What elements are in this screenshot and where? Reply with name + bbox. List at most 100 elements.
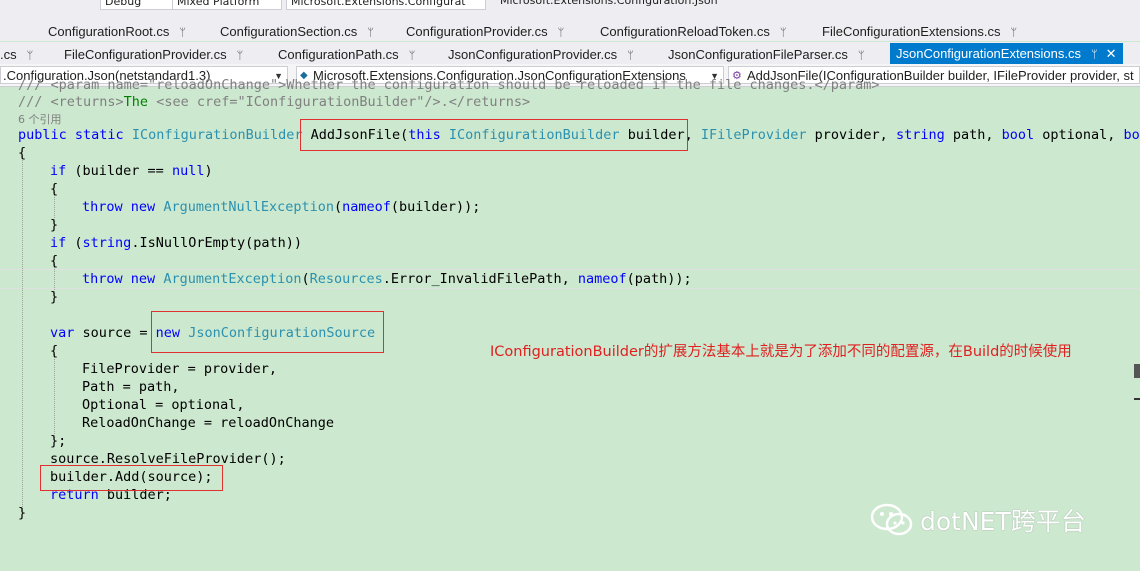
code-line: throw new ArgumentNullException(nameof(b…: [82, 198, 480, 216]
tab-label: FileConfigurationProvider.cs: [64, 47, 227, 62]
code-text: (: [334, 199, 343, 215]
keyword: new: [130, 271, 156, 287]
code-line: }: [50, 216, 58, 234]
tab-row-1: ConfigurationRoot.cs ᛘ ConfigurationSecti…: [0, 19, 1140, 41]
code-text: (builder));: [390, 199, 481, 215]
brace: {: [18, 145, 27, 161]
pin-icon[interactable]: ᛘ: [627, 50, 634, 62]
project-dropdown[interactable]: Microsoft.Extensions.Configurat: [286, 0, 486, 10]
code-line: if (string.IsNullOrEmpty(path)): [50, 234, 302, 252]
brace: {: [50, 253, 59, 269]
type-name: IConfigurationBuilder: [131, 127, 303, 143]
platform-dropdown[interactable]: Mixed Platform: [172, 0, 282, 10]
type-name: ArgumentNullException: [163, 199, 334, 215]
start-button[interactable]: Microsoft.Extensions.Configuration.Json: [496, 0, 754, 8]
tab-label: FileConfigurationExtensions.cs: [822, 24, 1001, 39]
tab-label: .cs: [0, 47, 17, 62]
code-text: (: [301, 271, 310, 287]
param: path,: [944, 127, 1002, 143]
tab-label: ConfigurationSection.cs: [220, 24, 358, 39]
tab-label: JsonConfigurationProvider.cs: [448, 47, 618, 62]
keyword: var: [50, 325, 75, 341]
pin-icon[interactable]: ᛘ: [858, 50, 865, 62]
pin-icon[interactable]: ᛘ: [409, 50, 416, 62]
code-line: throw new ArgumentException(Resources.Er…: [82, 270, 692, 288]
param: provider,: [806, 127, 896, 143]
tab-label: ConfigurationPath.cs: [278, 47, 399, 62]
config-dropdown[interactable]: Debug: [100, 0, 174, 10]
tab-label: ConfigurationRoot.cs: [48, 24, 170, 39]
comment-tag: <see cref=: [156, 94, 238, 110]
type-name: ArgumentException: [163, 271, 302, 287]
keyword: null: [171, 163, 205, 179]
keyword: new: [130, 199, 156, 215]
tab-jsonconfigurationextensions[interactable]: JsonConfigurationExtensions.cs ᛘ ✕: [890, 43, 1123, 64]
code-text: FileProvider = provider,: [82, 361, 278, 377]
pin-icon[interactable]: ᛘ: [1091, 49, 1098, 61]
pin-icon[interactable]: ᛘ: [780, 27, 787, 39]
code-text: .IsNullOrEmpty(path)): [131, 235, 302, 251]
tab-fileconfigurationextensions[interactable]: FileConfigurationExtensions.cs ᛘ: [822, 22, 1017, 41]
code-text: source =: [74, 325, 156, 341]
code-text: Optional = optional,: [82, 397, 245, 413]
code-text: ): [204, 163, 213, 179]
pin-icon[interactable]: ᛘ: [179, 27, 186, 39]
code-line: };: [50, 432, 66, 450]
tab-jsonconfigurationfileparser[interactable]: JsonConfigurationFileParser.cs ᛘ: [668, 45, 865, 64]
scrollbar-marker[interactable]: [1134, 364, 1140, 378]
type-name: IFileProvider: [700, 127, 807, 143]
pin-icon[interactable]: ᛘ: [558, 27, 565, 39]
reference-count-label: 6 个引用: [18, 113, 62, 126]
keyword: throw: [82, 271, 123, 287]
tab-configurationpath[interactable]: ConfigurationPath.cs ᛘ: [278, 45, 415, 64]
pin-icon[interactable]: ᛘ: [27, 50, 34, 62]
toolbar-spacer: [0, 10, 1140, 19]
code-line: {: [18, 144, 26, 162]
code-line: if (builder == null): [50, 162, 213, 180]
keyword: nameof: [577, 271, 627, 287]
keyword: throw: [82, 199, 123, 215]
code-line: {: [50, 180, 58, 198]
watermark: dotNET跨平台: [870, 500, 1086, 540]
brace: {: [50, 343, 59, 359]
keyword: if: [50, 235, 67, 251]
close-icon[interactable]: ✕: [1106, 46, 1117, 61]
brace: {: [50, 181, 59, 197]
pin-icon[interactable]: ᛘ: [367, 27, 374, 39]
keyword: bool: [1123, 127, 1140, 143]
code-line: FileProvider = provider,: [82, 360, 277, 378]
tab-fileconfigurationprovider[interactable]: FileConfigurationProvider.cs ᛘ: [64, 45, 243, 64]
code-line: /// <returns>The <see cref="IConfigurati…: [18, 93, 530, 111]
keyword: if: [50, 163, 67, 179]
pin-icon[interactable]: ᛘ: [237, 50, 244, 62]
comment-text: The: [123, 94, 157, 110]
indent-guide: [54, 354, 55, 438]
code-text: (path));: [626, 271, 692, 287]
tab-configurationreloadtoken[interactable]: ConfigurationReloadToken.cs ᛘ: [600, 22, 786, 41]
keyword: bool: [1001, 127, 1035, 143]
pin-icon[interactable]: ᛘ: [1010, 27, 1017, 39]
code-text: Path = path,: [82, 379, 180, 395]
code-text: (: [66, 235, 83, 251]
code-line: Optional = optional,: [82, 396, 245, 414]
param: optional,: [1034, 127, 1124, 143]
tab-configurationprovider[interactable]: ConfigurationProvider.cs ᛘ: [406, 22, 564, 41]
highlight-box-jsonconfigurationsource: [151, 311, 384, 353]
indent-guide: [22, 156, 23, 511]
tab-truncated[interactable]: .cs ᛘ: [0, 45, 33, 64]
tab-configurationsection[interactable]: ConfigurationSection.cs ᛘ: [220, 22, 374, 41]
tab-jsonconfigurationprovider[interactable]: JsonConfigurationProvider.cs ᛘ: [448, 45, 634, 64]
keyword: string: [895, 127, 945, 143]
keyword: public: [18, 127, 67, 143]
tab-configurationroot[interactable]: ConfigurationRoot.cs ᛘ: [48, 22, 186, 41]
tab-row-2: .cs ᛘ FileConfigurationProvider.cs ᛘ Confi…: [0, 42, 1140, 64]
brace: }: [18, 505, 27, 521]
code-editor[interactable]: /// <param name="reloadOnChange">Whether…: [0, 77, 1140, 571]
code-text: (builder ==: [66, 163, 172, 179]
brace: }: [50, 289, 59, 305]
brace: }: [50, 217, 59, 233]
comment-text: /// <param name="reloadOnChange">Whether…: [18, 77, 880, 93]
comment-attr: "IConfigurationBuilder": [237, 94, 425, 110]
scrollbar-marker[interactable]: [1134, 398, 1140, 400]
tab-label: JsonConfigurationExtensions.cs: [896, 46, 1081, 61]
